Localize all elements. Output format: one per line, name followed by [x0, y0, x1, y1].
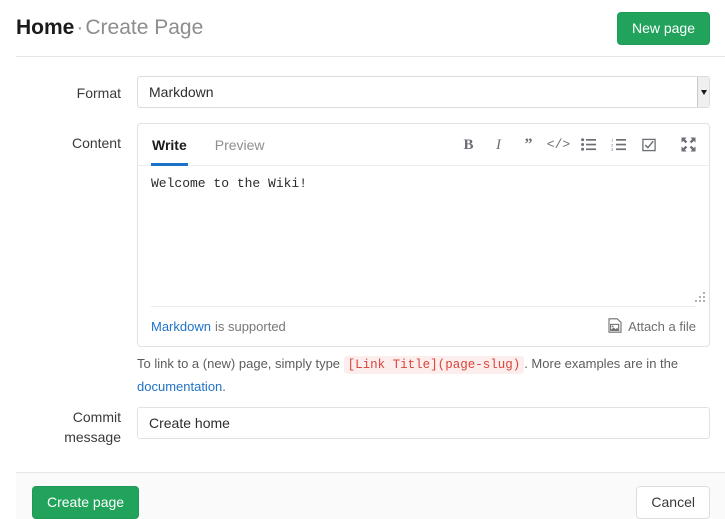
svg-text:3: 3 [611, 147, 614, 151]
commit-message-input[interactable] [137, 407, 710, 439]
commit-message-label: Commit message [0, 407, 121, 447]
markdown-help-link[interactable]: Markdown [151, 319, 211, 334]
content-label: Content [0, 133, 121, 153]
create-page-button[interactable]: Create page [32, 486, 139, 519]
italic-icon[interactable]: I [490, 135, 507, 155]
documentation-link[interactable]: documentation [137, 379, 222, 394]
help-text-before: To link to a (new) page, simply type [137, 356, 340, 371]
task-list-icon[interactable] [640, 135, 657, 155]
editor-footer: Markdown is supported Attach a file [138, 307, 709, 346]
page-header: Home·Create Page New page [0, 0, 725, 57]
format-select[interactable]: Markdown [137, 76, 710, 108]
format-row: Format Markdown [0, 76, 725, 108]
file-image-icon [608, 318, 622, 336]
editor-textarea[interactable]: Welcome to the Wiki! [138, 166, 709, 306]
cancel-button[interactable]: Cancel [636, 486, 710, 519]
form-actions: Create page Cancel [16, 472, 725, 519]
help-text-after: . More examples are in the [524, 356, 678, 371]
bold-icon[interactable]: B [460, 135, 477, 155]
quote-icon[interactable]: ” [520, 135, 537, 155]
breadcrumb-current: Create Page [85, 16, 203, 39]
editor-content-text: Welcome to the Wiki! [151, 176, 696, 192]
format-label: Format [0, 83, 121, 103]
code-icon[interactable]: </> [550, 135, 567, 155]
markdown-editor: Write Preview B I ” </> 1 [137, 123, 710, 347]
breadcrumb: Home·Create Page [16, 14, 203, 42]
breadcrumb-separator: · [74, 16, 85, 39]
editor-tabs: Write Preview [138, 124, 279, 165]
commit-message-label-line2: message [0, 427, 121, 447]
attach-file-label: Attach a file [628, 319, 696, 334]
help-text-end: . [222, 379, 226, 394]
attach-file-button[interactable]: Attach a file [608, 307, 696, 346]
header-inner: Home·Create Page New page [16, 0, 725, 56]
resize-handle[interactable] [694, 292, 705, 303]
new-page-button[interactable]: New page [617, 12, 710, 45]
bulleted-list-icon[interactable] [580, 135, 597, 155]
help-code-sample: [Link Title](page-slug) [344, 356, 525, 374]
editor-toolbar: B I ” </> 1 2 3 [460, 124, 697, 165]
tab-preview[interactable]: Preview [201, 124, 279, 165]
link-help-text: To link to a (new) page, simply type [Li… [137, 353, 725, 397]
breadcrumb-home[interactable]: Home [16, 16, 74, 39]
header-divider [16, 56, 725, 57]
markdown-supported-text: is supported [215, 319, 286, 334]
commit-message-label-line1: Commit [0, 407, 121, 427]
numbered-list-icon[interactable]: 1 2 3 [610, 135, 627, 155]
fullscreen-icon[interactable] [680, 135, 697, 155]
editor-header: Write Preview B I ” </> 1 [138, 124, 709, 166]
tab-write[interactable]: Write [138, 124, 201, 165]
